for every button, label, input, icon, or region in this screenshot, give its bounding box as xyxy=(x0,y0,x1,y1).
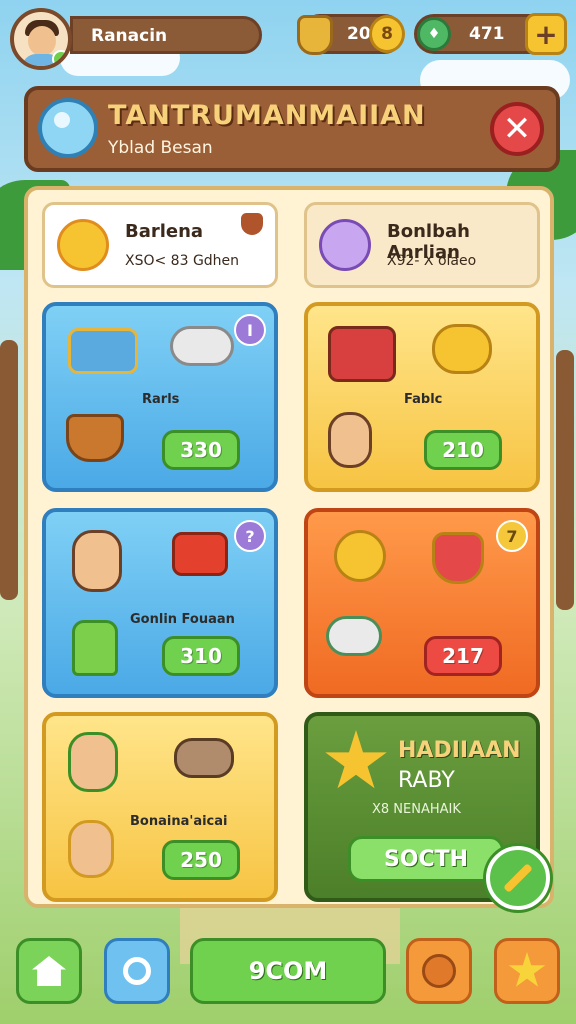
gem-counter[interactable]: ♦ 471 + xyxy=(414,13,567,55)
orb-button[interactable] xyxy=(406,938,472,1004)
gold-value: 20 xyxy=(347,24,371,44)
bowl-icon xyxy=(66,414,124,462)
primary-action-button[interactable]: 9COM xyxy=(190,938,386,1004)
price-button[interactable]: 310 xyxy=(162,636,240,676)
character-icon xyxy=(68,732,118,792)
bottom-nav: 9COM xyxy=(0,934,576,1024)
tile-label: Gonlin Fouaan xyxy=(130,612,235,627)
player-name-plate[interactable]: Ranacin xyxy=(70,16,262,54)
favorites-button[interactable] xyxy=(494,938,560,1004)
profile-detail: XSO< 83 Gdhen xyxy=(125,253,240,269)
price-button[interactable]: 210 xyxy=(424,430,502,470)
tag-icon xyxy=(241,213,263,235)
tile-label: Rarls xyxy=(142,392,180,407)
reward-note: X8 NENAHAIK xyxy=(372,802,461,817)
orb-icon xyxy=(422,954,456,988)
price-button[interactable]: 250 xyxy=(162,840,240,880)
tile-corner-badge: ? xyxy=(234,520,266,552)
gold-coin-icon xyxy=(334,530,386,582)
coin-badge-value: 8 xyxy=(381,24,393,44)
home-icon xyxy=(32,956,66,986)
shield-icon xyxy=(297,15,333,55)
fruit-basket-icon xyxy=(328,326,396,382)
search-button[interactable] xyxy=(104,938,170,1004)
price-button[interactable]: 330 xyxy=(162,430,240,470)
profile-card[interactable]: Barlena XSO< 83 Gdhen xyxy=(42,202,278,288)
shop-tile[interactable]: 7 217 xyxy=(304,508,540,698)
profile-card[interactable]: Bonlbah Anrlian X92- X olaeo xyxy=(304,202,540,288)
gem-icon: ♦ xyxy=(417,17,451,51)
header-subtitle: Yblad Besan xyxy=(108,138,213,158)
avatar-icon xyxy=(319,219,371,271)
shop-tile[interactable]: Rarls I 330 xyxy=(42,302,278,492)
close-button[interactable]: ✕ xyxy=(490,102,544,156)
add-currency-button[interactable]: + xyxy=(525,13,567,55)
tile-label: Fablc xyxy=(404,392,443,407)
profile-name: Barlena xyxy=(125,221,204,242)
tools-icon xyxy=(68,328,138,374)
character-icon xyxy=(72,530,122,592)
profile-detail: X92- X olaeo xyxy=(387,253,477,269)
star-icon xyxy=(508,952,546,987)
coin-roll-icon xyxy=(432,324,492,374)
star-icon xyxy=(325,730,387,789)
header-title: TANTRUMANMAIIAN xyxy=(108,100,426,131)
character-icon xyxy=(328,412,372,468)
shop-tile[interactable]: Bonaina'aicai 250 xyxy=(42,712,278,902)
scroll-key-icon xyxy=(174,738,234,778)
fish-icon xyxy=(326,616,382,656)
shop-header: TANTRUMANMAIIAN Yblad Besan ✕ xyxy=(24,86,560,172)
reward-subtitle: RABY xyxy=(398,768,455,793)
magnifier-icon xyxy=(38,98,98,158)
edit-icon[interactable] xyxy=(486,846,550,910)
reward-tile[interactable]: HADIIAAN RABY X8 NENAHAIK SOCTH xyxy=(304,712,550,910)
shop-tile[interactable]: Fablc 210 xyxy=(304,302,540,492)
scroll-icon xyxy=(170,326,234,366)
reward-action-button[interactable]: SOCTH xyxy=(348,836,504,882)
price-button[interactable]: 217 xyxy=(424,636,502,676)
shop-board: Barlena XSO< 83 Gdhen Bonlbah Anrlian X9… xyxy=(24,186,554,910)
tile-corner-badge: I xyxy=(234,314,266,346)
player-name: Ranacin xyxy=(91,26,168,46)
tile-label: Bonaina'aicai xyxy=(130,814,228,829)
tile-corner-badge: 7 xyxy=(496,520,528,552)
search-icon xyxy=(123,957,151,985)
reward-title: HADIIAAN xyxy=(398,738,521,763)
level-badge-icon xyxy=(52,50,68,66)
gold-counter[interactable]: 20 8 xyxy=(297,14,405,55)
character-icon xyxy=(68,820,114,878)
home-button[interactable] xyxy=(16,938,82,1004)
gem-value: 471 xyxy=(469,24,505,44)
top-bar: Ranacin 20 8 ♦ 471 + xyxy=(0,0,576,72)
shop-tile[interactable]: Gonlin Fouaan ? 310 xyxy=(42,508,278,698)
trophy-icon xyxy=(432,532,484,584)
cake-icon xyxy=(72,620,118,676)
banner-icon xyxy=(172,532,228,576)
player-avatar[interactable] xyxy=(10,8,72,70)
sun-icon xyxy=(57,219,109,271)
coin-icon: 8 xyxy=(369,15,405,53)
